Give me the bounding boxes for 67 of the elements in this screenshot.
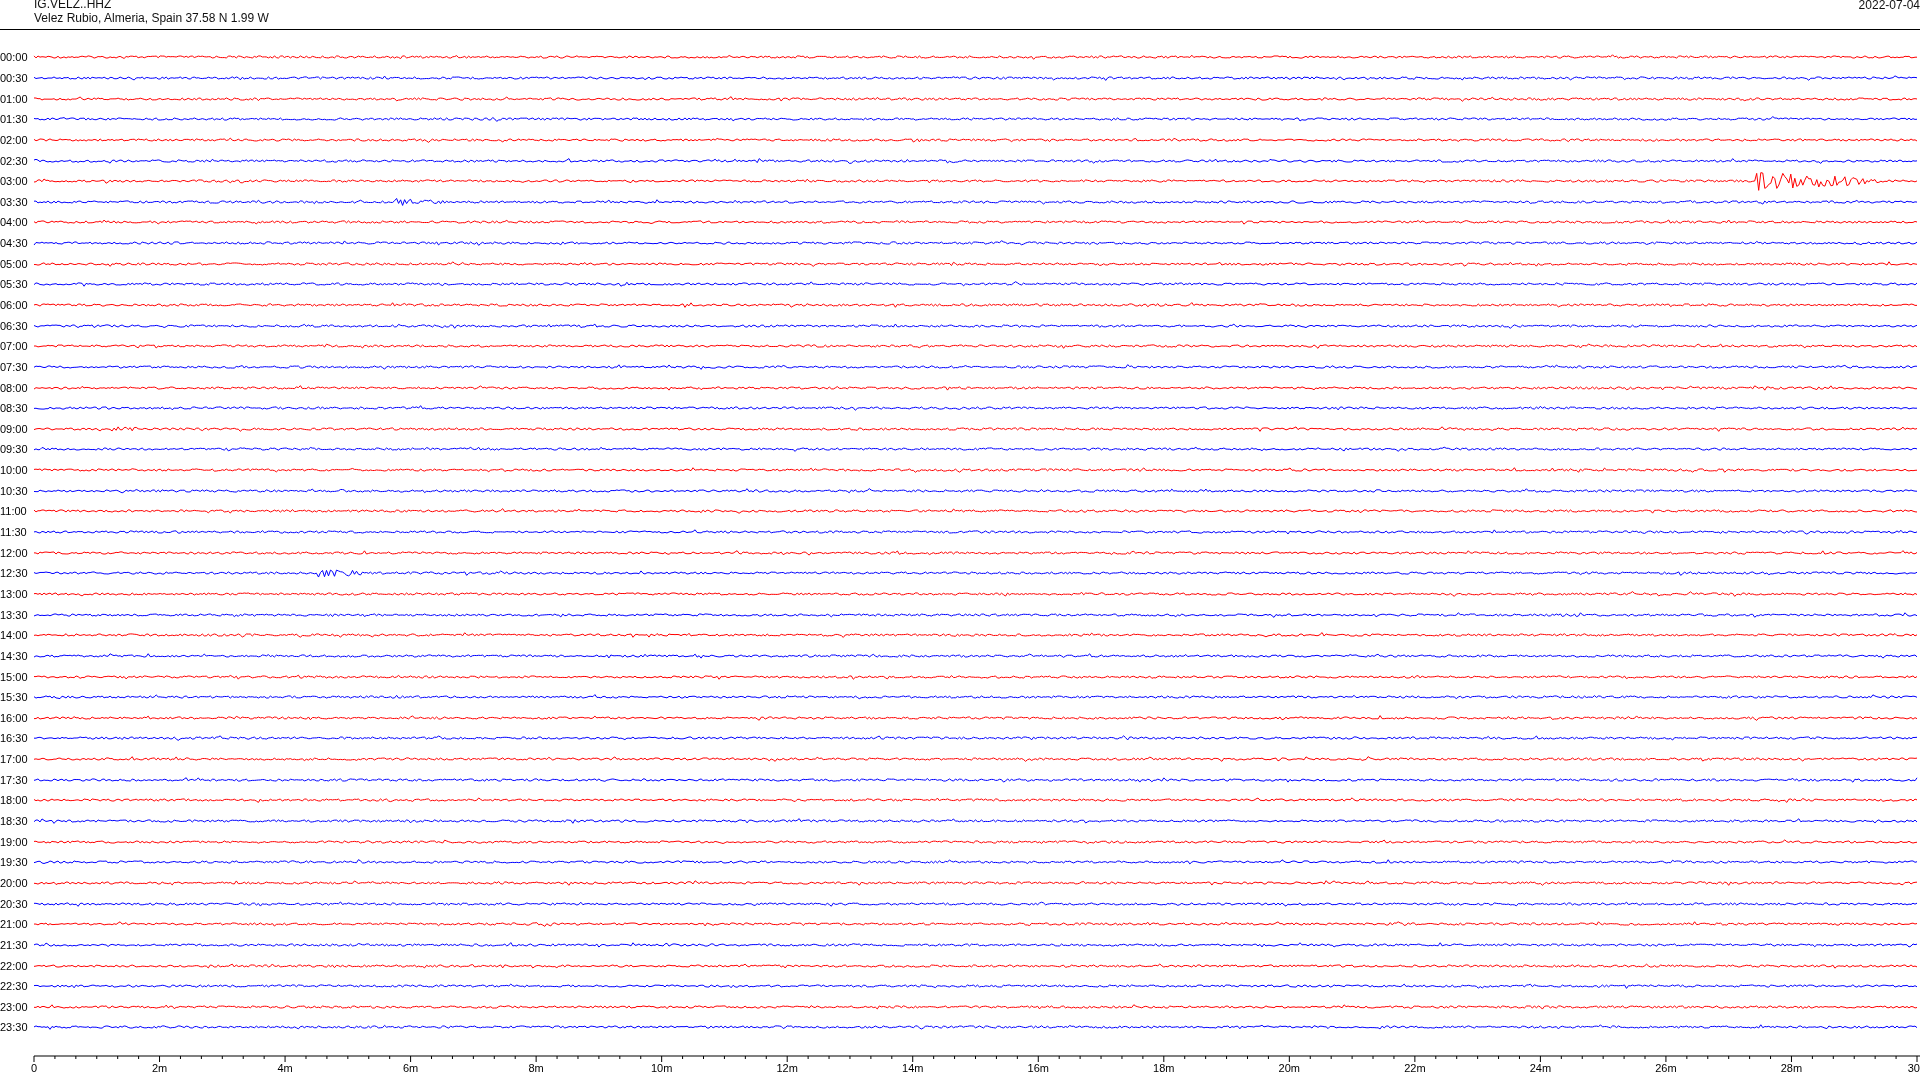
time-label: 15:00 [0, 670, 29, 683]
time-label: 00:30 [0, 71, 29, 84]
time-label: 20:30 [0, 897, 29, 910]
time-label: 00:00 [0, 51, 29, 64]
time-label: 10:00 [0, 464, 29, 477]
time-label: 21:30 [0, 938, 29, 951]
time-label: 13:00 [0, 587, 29, 600]
time-label: 04:00 [0, 216, 29, 229]
time-label: 09:30 [0, 443, 29, 456]
time-label: 19:00 [0, 835, 29, 848]
axis-tick-label: 24m [1528, 1062, 1553, 1074]
time-label: 18:30 [0, 815, 29, 827]
time-label: 07:30 [0, 360, 29, 373]
axis-tick-label: 14m [901, 1062, 925, 1074]
time-label: 03:30 [0, 195, 29, 208]
time-label: 10:30 [0, 484, 29, 497]
time-label: 14:30 [0, 649, 29, 662]
time-label: 17:00 [0, 753, 29, 766]
station-location: Velez Rubio, Almeria, Spain 37.58 N 1.99 W [34, 11, 269, 25]
axis-tick-label: 0 [29, 1062, 39, 1074]
axis-tick-label: 30 [1907, 1062, 1920, 1074]
time-label: 22:30 [0, 980, 29, 993]
axis-tick-label: 16m [1026, 1062, 1050, 1074]
time-label: 01:30 [0, 113, 29, 126]
axis-tick-label: 26m [1654, 1062, 1678, 1074]
time-label: 05:00 [0, 257, 29, 270]
time-label: 13:30 [0, 608, 29, 621]
axis-tick-label: 22m [1403, 1062, 1427, 1074]
axis-tick-label: 18m [1152, 1062, 1176, 1074]
time-label: 22:00 [0, 959, 29, 972]
station-title: IG.VELZ..HHZ [34, 0, 113, 9]
time-label: 05:30 [0, 278, 29, 291]
axis-tick-label: 20m [1277, 1062, 1301, 1074]
time-label: 18:00 [0, 794, 29, 807]
time-label: 08:30 [0, 402, 29, 415]
time-label: 17:30 [0, 773, 29, 786]
axis-tick-label: 28m [1779, 1062, 1804, 1074]
time-label: 07:00 [0, 340, 29, 353]
axis-tick-label: 12m [775, 1062, 799, 1074]
date-label: 2022-07-04 [1858, 0, 1920, 10]
axis-tick-label: 4m [276, 1062, 294, 1074]
time-label: 20:00 [0, 876, 29, 889]
time-label: 15:30 [0, 691, 29, 704]
time-label: 09:00 [0, 422, 29, 435]
time-label: 16:00 [0, 711, 29, 724]
time-label: 11:00 [0, 505, 28, 518]
time-label: 01:00 [0, 92, 29, 105]
axis-tick-label: 2m [150, 1062, 169, 1074]
time-label: 21:00 [0, 918, 29, 931]
time-label: 08:00 [0, 381, 29, 394]
time-label: 03:00 [0, 175, 29, 188]
time-label: 12:00 [0, 546, 29, 559]
time-label: 23:30 [0, 1021, 29, 1034]
time-label: 11:30 [0, 526, 28, 539]
time-label: 14:00 [0, 629, 29, 642]
time-label: 06:30 [0, 319, 29, 332]
axis-tick-label: 6m [401, 1062, 420, 1074]
time-label: 02:30 [0, 154, 29, 167]
time-label: 23:00 [0, 1000, 29, 1013]
time-label: 06:00 [0, 299, 29, 311]
axis-tick-label: 10m [649, 1062, 674, 1074]
time-label: 04:30 [0, 237, 29, 250]
time-label: 19:30 [0, 856, 29, 869]
time-label: 12:30 [0, 567, 29, 580]
axis-tick-label: 8m [527, 1062, 545, 1074]
time-label: 02:00 [0, 133, 29, 146]
time-label: 16:30 [0, 732, 29, 745]
